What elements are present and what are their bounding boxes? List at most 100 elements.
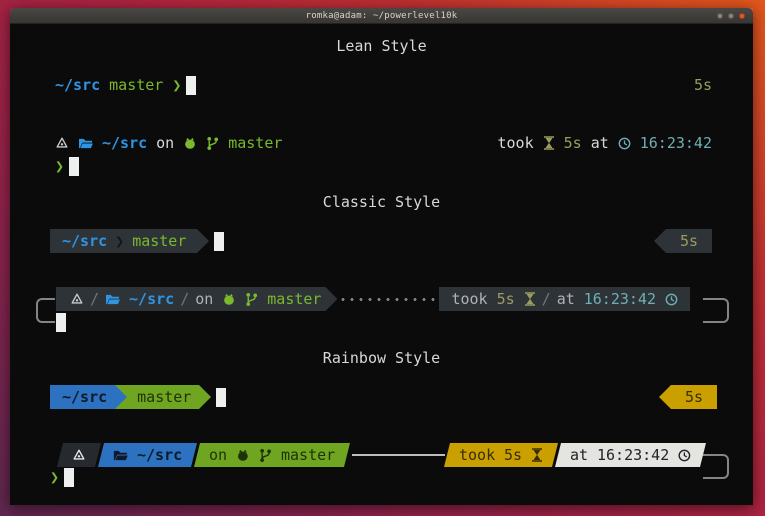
lean-prompt-1: ~/src master ❯ 5s <box>55 75 712 95</box>
classic-p2-at-label: at <box>557 290 575 308</box>
hourglass-icon <box>531 448 543 462</box>
git-branch-icon <box>245 292 258 307</box>
lean-prompt-2-line-1: ~/src on master took 5s at 16:23:42 <box>55 133 712 153</box>
lean-p2-duration: 5s <box>564 134 582 152</box>
maximize-button[interactable] <box>728 13 734 19</box>
rainbow-p1-duration: 5s <box>685 388 703 406</box>
classic-p1-cursor <box>214 232 224 251</box>
classic-p1-separator: ❯ <box>107 232 132 250</box>
segment-arrow-icon <box>654 229 666 253</box>
segment-arrow-icon <box>115 385 127 409</box>
classic-prompt-1: ~/src ❯ master 5s <box>50 229 712 253</box>
lean-p2-took-label: took <box>498 134 534 152</box>
prompt-frame-right <box>703 298 729 323</box>
connector-line <box>352 454 444 456</box>
minimize-button[interactable] <box>717 13 723 19</box>
rainbow-p2-at-label: at <box>570 446 588 464</box>
rainbow-prompt-2-line-1: ~/src on master took 5s <box>60 443 703 467</box>
lean-p2-dir: ~/src <box>102 134 147 152</box>
github-icon <box>222 293 236 306</box>
clock-icon <box>665 293 678 306</box>
terminal-screen[interactable]: Lean Style ~/src master ❯ 5s ~/src on <box>10 24 753 505</box>
rainbow-p2-cursor <box>64 468 74 487</box>
window-titlebar[interactable]: romka@adam: ~/powerlevel10k <box>10 8 753 24</box>
classic-p2-git-branch: master <box>267 290 321 308</box>
os-icon <box>70 292 84 306</box>
rainbow-p2-time-segment: at 16:23:42 <box>555 443 706 467</box>
github-icon <box>183 137 197 150</box>
classic-p1-git-branch: master <box>132 232 186 250</box>
lean-style-heading: Lean Style <box>10 36 753 56</box>
classic-p1-left-segment: ~/src ❯ master <box>50 229 197 253</box>
rainbow-p2-duration: 5s <box>504 446 522 464</box>
hourglass-icon <box>524 292 536 306</box>
lean-p1-dir: ~/src <box>55 76 100 94</box>
clock-icon <box>678 449 691 462</box>
git-branch-icon <box>259 448 272 463</box>
classic-p2-right-segment: took 5s / at 16:23:42 <box>439 287 690 311</box>
classic-p2-on-label: on <box>195 290 213 308</box>
classic-prompt-2-line-1: / ~/src / on master took 5s <box>56 287 690 311</box>
rainbow-p2-prompt-char: ❯ <box>50 468 59 486</box>
segment-arrow-icon <box>659 385 671 409</box>
folder-icon <box>113 449 128 462</box>
classic-p2-cursor <box>56 313 66 332</box>
lean-p1-git-branch: master <box>109 76 163 94</box>
rainbow-p2-os-segment <box>57 443 101 467</box>
classic-p2-dir: ~/src <box>129 290 174 308</box>
close-button[interactable] <box>739 13 745 19</box>
os-icon <box>55 136 69 150</box>
lean-p1-duration: 5s <box>694 76 712 94</box>
prompt-frame-left <box>36 298 55 323</box>
rainbow-p2-took-label: took <box>459 446 495 464</box>
classic-p2-took-label: took <box>451 290 487 308</box>
classic-p1-right-segment: 5s <box>666 229 712 253</box>
lean-p2-git-branch: master <box>228 134 282 152</box>
hourglass-icon <box>543 136 555 150</box>
rainbow-p2-git-segment: on master <box>194 443 350 467</box>
lean-p2-time: 16:23:42 <box>640 134 712 152</box>
rainbow-p2-dir-segment: ~/src <box>98 443 197 467</box>
rainbow-p2-time: 16:23:42 <box>597 446 669 464</box>
lean-p2-prompt-char: ❯ <box>55 157 64 175</box>
classic-p1-duration: 5s <box>680 232 698 250</box>
classic-p2-separator: / <box>174 290 195 308</box>
lean-p2-cursor <box>69 157 79 176</box>
rainbow-p2-git-branch: master <box>281 446 335 464</box>
classic-p2-time: 16:23:42 <box>584 290 656 308</box>
rainbow-p1-dir: ~/src <box>62 388 107 406</box>
folder-icon <box>78 137 93 150</box>
clock-icon <box>618 137 631 150</box>
folder-icon <box>105 293 120 306</box>
segment-arrow-icon <box>197 229 209 253</box>
classic-p2-separator: / <box>536 290 557 308</box>
classic-prompt-2-line-2 <box>56 313 66 332</box>
lean-p1-cursor <box>186 76 196 95</box>
github-icon <box>236 449 250 462</box>
rainbow-p2-on-label: on <box>209 446 227 464</box>
lean-prompt-2-line-2: ❯ <box>55 156 79 176</box>
rainbow-style-heading: Rainbow Style <box>10 348 753 368</box>
rainbow-p2-dir: ~/src <box>137 446 182 464</box>
rainbow-p1-cursor <box>216 388 226 407</box>
lean-p1-prompt-char: ❯ <box>172 76 181 94</box>
git-branch-icon <box>206 136 219 151</box>
window-controls <box>717 8 745 23</box>
classic-p2-left-segment: / ~/src / on master <box>56 287 337 311</box>
window-title: romka@adam: ~/powerlevel10k <box>306 11 458 21</box>
os-icon <box>72 448 86 462</box>
rainbow-prompt-2-line-2: ❯ <box>50 467 74 487</box>
rainbow-p1-dir-segment: ~/src <box>50 385 115 409</box>
terminal-window: romka@adam: ~/powerlevel10k Lean Style ~… <box>10 8 753 505</box>
classic-style-heading: Classic Style <box>10 192 753 212</box>
classic-p1-dir: ~/src <box>62 232 107 250</box>
connector-dots <box>341 298 435 301</box>
classic-p2-duration: 5s <box>497 290 515 308</box>
rainbow-p1-git-segment: master <box>127 385 199 409</box>
classic-p2-separator: / <box>84 290 105 308</box>
rainbow-p2-duration-segment: took 5s <box>444 443 558 467</box>
rainbow-p1-git-branch: master <box>137 388 191 406</box>
segment-arrow-icon <box>199 385 211 409</box>
lean-p2-on-label: on <box>156 134 174 152</box>
rainbow-p1-duration-segment: 5s <box>671 385 717 409</box>
